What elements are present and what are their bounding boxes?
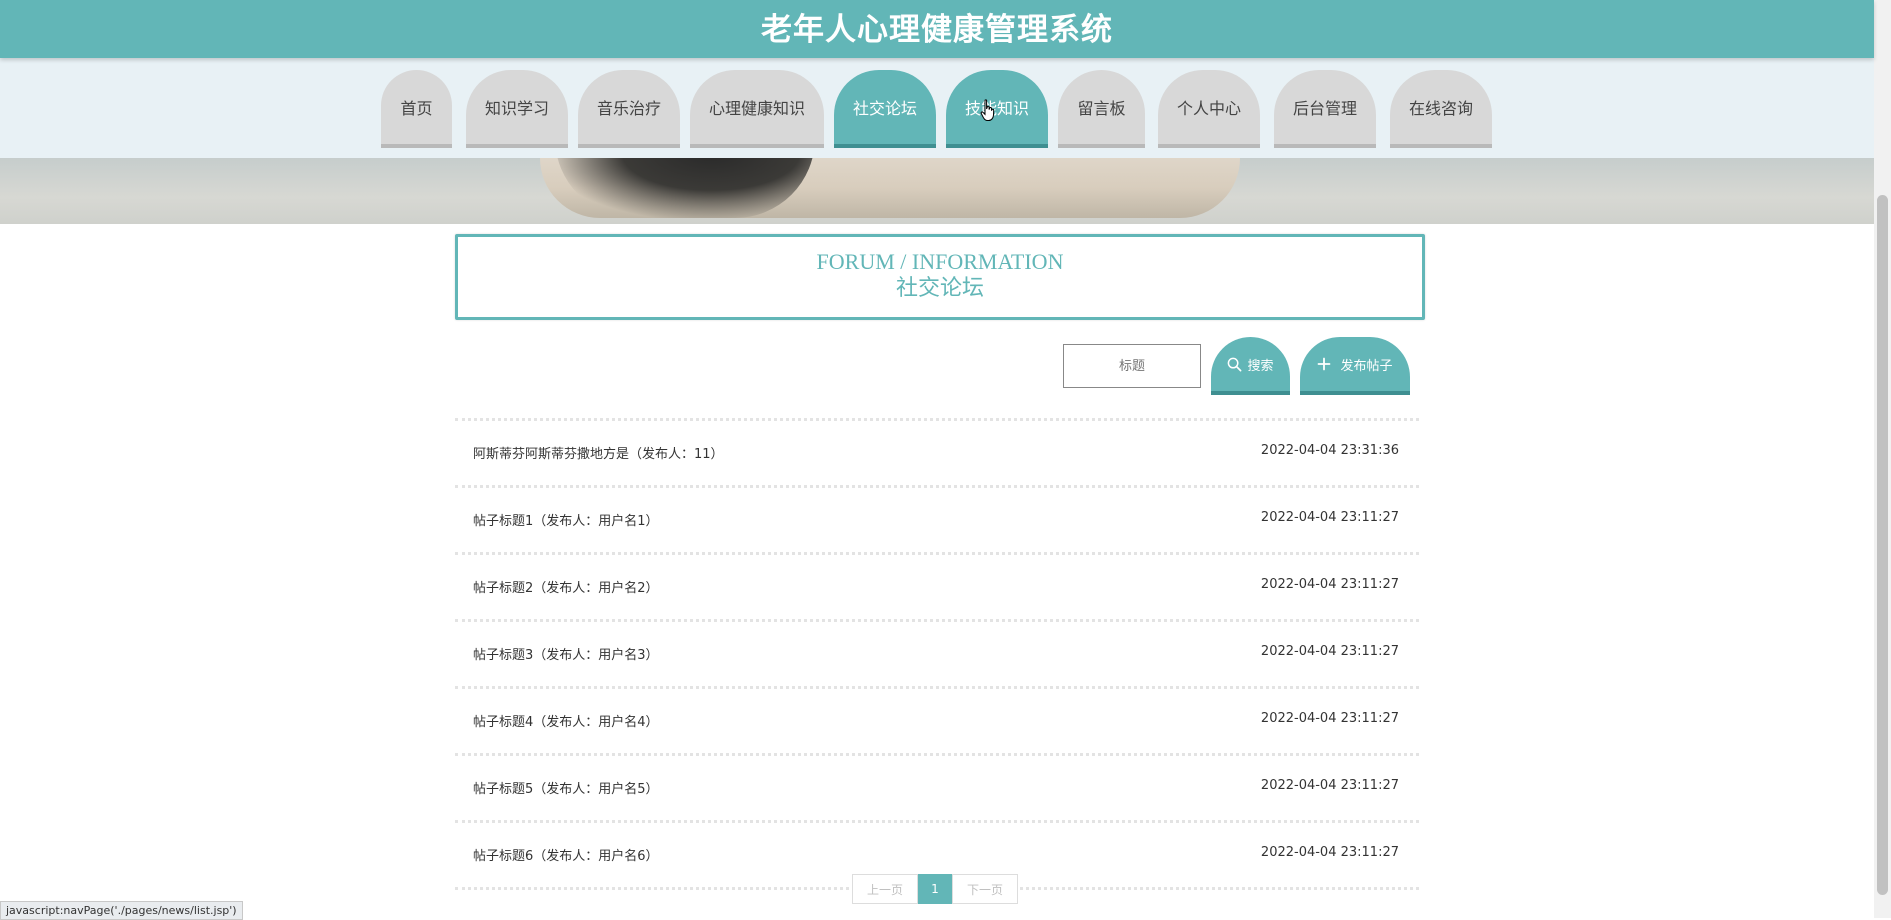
post-title[interactable]: 帖子标题3（发布人：用户名3） [473, 644, 659, 663]
scrollbar-thumb[interactable] [1877, 195, 1888, 895]
list-item[interactable]: 帖子标题4（发布人：用户名4） 2022-04-04 23:11:27 [455, 686, 1419, 753]
list-item[interactable]: 帖子标题5（发布人：用户名5） 2022-04-04 23:11:27 [455, 753, 1419, 820]
nav-item-home[interactable]: 首页 [381, 70, 452, 148]
search-button-label: 搜索 [1247, 358, 1274, 374]
post-title[interactable]: 帖子标题6（发布人：用户名6） [473, 845, 659, 864]
top-header-bar: 老年人心理健康管理系统 [0, 0, 1874, 58]
prev-page-button[interactable]: 上一页 [852, 874, 918, 904]
post-date: 2022-04-04 23:31:36 [1260, 443, 1399, 458]
nav-item-message-board[interactable]: 留言板 [1058, 70, 1145, 148]
publish-post-label: 发布帖子 [1340, 358, 1393, 374]
status-bar-link: javascript:navPage('./pages/news/list.js… [0, 901, 243, 920]
vertical-scrollbar[interactable] [1874, 0, 1891, 918]
nav-item-admin[interactable]: 后台管理 [1274, 70, 1376, 148]
post-title[interactable]: 阿斯蒂芬阿斯蒂芬撒地方是（发布人：11） [473, 443, 724, 462]
plus-icon [1318, 357, 1331, 371]
search-input[interactable] [1063, 344, 1201, 388]
post-title[interactable]: 帖子标题2（发布人：用户名2） [473, 577, 659, 596]
publish-post-button[interactable]: 发布帖子 [1300, 337, 1410, 395]
post-date: 2022-04-04 23:11:27 [1260, 577, 1399, 592]
nav-item-knowledge-learning[interactable]: 知识学习 [466, 70, 568, 148]
list-item[interactable]: 阿斯蒂芬阿斯蒂芬撒地方是（发布人：11） 2022-04-04 23:31:36 [455, 418, 1419, 485]
pagination: 上一页 1 下一页 [852, 874, 1018, 904]
main-nav [0, 58, 1874, 158]
post-date: 2022-04-04 23:11:27 [1260, 778, 1399, 793]
post-date: 2022-04-04 23:11:27 [1260, 644, 1399, 659]
post-date: 2022-04-04 23:11:27 [1260, 845, 1399, 860]
post-date: 2022-04-04 23:11:27 [1260, 510, 1399, 525]
banner-image [0, 158, 1874, 224]
section-title-en: FORUM / INFORMATION [816, 249, 1064, 274]
page-number-button[interactable]: 1 [918, 874, 952, 904]
post-title[interactable]: 帖子标题5（发布人：用户名5） [473, 778, 659, 797]
nav-item-mental-health-knowledge[interactable]: 心理健康知识 [690, 70, 824, 148]
nav-item-music-therapy[interactable]: 音乐治疗 [578, 70, 680, 148]
nav-item-personal-center[interactable]: 个人中心 [1158, 70, 1260, 148]
list-item[interactable]: 帖子标题2（发布人：用户名2） 2022-04-04 23:11:27 [455, 552, 1419, 619]
section-title-cn: 社交论坛 [895, 276, 984, 301]
nav-item-social-forum[interactable]: 社交论坛 [834, 70, 936, 148]
section-heading-box: FORUM / INFORMATION 社交论坛 [455, 234, 1425, 320]
post-title[interactable]: 帖子标题4（发布人：用户名4） [473, 711, 659, 730]
nav-item-skill-knowledge[interactable]: 技能知识 [946, 70, 1048, 148]
next-page-button[interactable]: 下一页 [952, 874, 1018, 904]
search-icon [1228, 357, 1242, 371]
hand-cursor-icon [980, 99, 995, 121]
nav-item-online-consult[interactable]: 在线咨询 [1390, 70, 1492, 148]
post-title[interactable]: 帖子标题1（发布人：用户名1） [473, 510, 659, 529]
post-date: 2022-04-04 23:11:27 [1260, 711, 1399, 726]
list-item[interactable]: 帖子标题1（发布人：用户名1） 2022-04-04 23:11:27 [455, 485, 1419, 552]
search-button[interactable]: 搜索 [1211, 337, 1290, 395]
site-title: 老年人心理健康管理系统 [761, 12, 1113, 48]
list-item[interactable]: 帖子标题3（发布人：用户名3） 2022-04-04 23:11:27 [455, 619, 1419, 686]
forum-post-list: 阿斯蒂芬阿斯蒂芬撒地方是（发布人：11） 2022-04-04 23:31:36… [455, 418, 1419, 890]
